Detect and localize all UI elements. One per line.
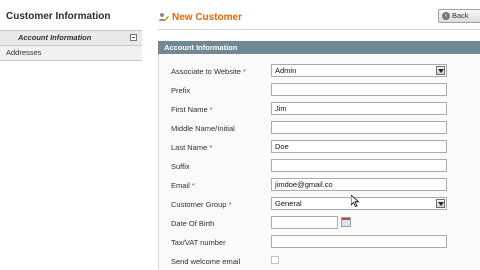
sidebar-tabs: Account Information Addresses (0, 30, 142, 61)
field-label: Date Of Birth (171, 219, 215, 228)
email-input[interactable]: jimdoe@gmail.co (271, 178, 447, 191)
taxvat-input[interactable] (271, 235, 447, 248)
row-first-name: First Name * Jim (159, 101, 480, 120)
customer-group-select[interactable]: General (271, 197, 447, 210)
row-send-welcome-email: Send welcome email (159, 253, 480, 270)
field-label: Middle Name/Initial (171, 124, 235, 133)
tab-account-information[interactable]: Account Information (0, 31, 142, 46)
account-information-section: Account Information Associate to Website… (158, 41, 480, 270)
field-label: Associate to Website * (171, 67, 246, 76)
back-button-label: Back (452, 11, 469, 20)
chevron-down-icon (436, 66, 445, 75)
select-value: Admin (275, 66, 297, 75)
sidebar-title: Customer Information (6, 11, 111, 22)
suffix-input[interactable] (271, 159, 447, 172)
row-date-of-birth: Date Of Birth (159, 215, 480, 234)
row-last-name: Last Name * Doe (159, 139, 480, 158)
back-button[interactable]: ‹ Back (438, 9, 480, 23)
middle-name-input[interactable] (271, 121, 447, 134)
send-welcome-email-checkbox[interactable] (271, 256, 279, 264)
row-associate-website: Associate to Website * Admin (159, 63, 480, 82)
row-email: Email * jimdoe@gmail.co (159, 177, 480, 196)
select-value: General (275, 199, 302, 208)
prefix-input[interactable] (271, 83, 447, 96)
tab-addresses[interactable]: Addresses (0, 46, 142, 61)
row-prefix: Prefix (159, 82, 480, 101)
field-label: Prefix (171, 86, 191, 95)
last-name-input[interactable]: Doe (271, 140, 447, 153)
header-divider (158, 29, 480, 30)
field-label: Send welcome email (171, 257, 241, 266)
field-label: First Name * (171, 105, 213, 114)
tab-label: Account Information (18, 33, 92, 42)
form-body: Associate to Website * Admin Prefix Firs… (158, 54, 480, 270)
tab-label: Addresses (6, 48, 42, 57)
page-title: New Customer (172, 12, 243, 23)
associate-website-select[interactable]: Admin (271, 64, 447, 77)
date-of-birth-input[interactable] (271, 216, 338, 229)
section-title: Account Information (158, 41, 480, 54)
row-taxvat: Tax/VAT number (159, 234, 480, 253)
row-customer-group: Customer Group * General (159, 196, 480, 215)
field-label: Last Name * (171, 143, 213, 152)
sidebar: Customer Information Account Information… (0, 0, 142, 270)
row-suffix: Suffix (159, 158, 480, 177)
chevron-down-icon (436, 199, 445, 208)
field-label: Tax/VAT number (171, 238, 226, 247)
page-header: New Customer ‹ Back (158, 0, 480, 30)
collapse-icon (130, 34, 137, 41)
field-label: Email * (171, 181, 195, 190)
mouse-cursor-icon (351, 195, 359, 207)
calendar-icon[interactable] (341, 217, 351, 227)
field-label: Suffix (171, 162, 190, 171)
customer-edit-icon (159, 13, 169, 21)
page: Customer Information Account Information… (0, 0, 480, 270)
row-middle-name: Middle Name/Initial (159, 120, 480, 139)
first-name-input[interactable]: Jim (271, 102, 447, 115)
back-arrow-icon: ‹ (442, 12, 450, 20)
field-label: Customer Group * (171, 200, 232, 209)
